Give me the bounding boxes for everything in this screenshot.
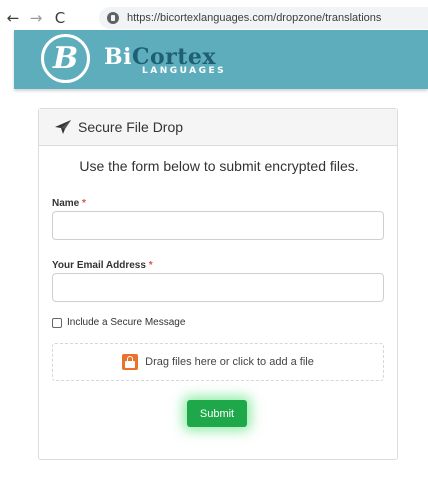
email-label: Your Email Address * xyxy=(52,260,153,271)
secure-file-drop-card: Secure File Drop Use the form below to s… xyxy=(38,108,398,460)
required-marker: * xyxy=(148,260,153,271)
intro-text: Use the form below to submit encrypted f… xyxy=(79,158,359,174)
secure-message-option[interactable]: Include a Secure Message xyxy=(52,317,185,328)
upload-lock-icon xyxy=(122,354,139,370)
email-input[interactable] xyxy=(52,273,384,302)
email-label-text: Your Email Address xyxy=(52,260,146,271)
required-marker: * xyxy=(82,198,86,209)
file-dropzone[interactable]: Drag files here or click to add a file xyxy=(52,343,384,381)
logo-mark-icon[interactable]: B xyxy=(41,34,90,83)
dropzone-text: Drag files here or click to add a file xyxy=(145,356,314,368)
address-bar[interactable]: https://bicortexlanguages.com/dropzone/t… xyxy=(99,7,428,29)
site-header: B BiCortex LANGUAGES xyxy=(14,30,428,89)
forward-arrow-icon[interactable]: → xyxy=(25,7,47,29)
reload-icon[interactable]: C xyxy=(49,7,71,29)
name-input[interactable] xyxy=(52,211,384,240)
submit-button[interactable]: Submit xyxy=(187,400,247,427)
brand-name-bi: Bi xyxy=(104,44,132,70)
paper-plane-icon xyxy=(55,120,71,134)
url-text: https://bicortexlanguages.com/dropzone/t… xyxy=(127,12,382,24)
brand-subtitle: LANGUAGES xyxy=(142,66,227,76)
back-arrow-icon[interactable]: ← xyxy=(2,7,24,29)
name-label: Name * xyxy=(52,198,86,209)
logo-letter: B xyxy=(52,40,79,76)
card-title: Secure File Drop xyxy=(78,119,184,135)
secure-message-checkbox[interactable] xyxy=(52,317,62,328)
name-label-text: Name xyxy=(52,198,80,209)
site-info-icon[interactable] xyxy=(107,12,119,24)
secure-message-label[interactable]: Include a Secure Message xyxy=(67,317,185,328)
card-header: Secure File Drop xyxy=(39,109,397,146)
